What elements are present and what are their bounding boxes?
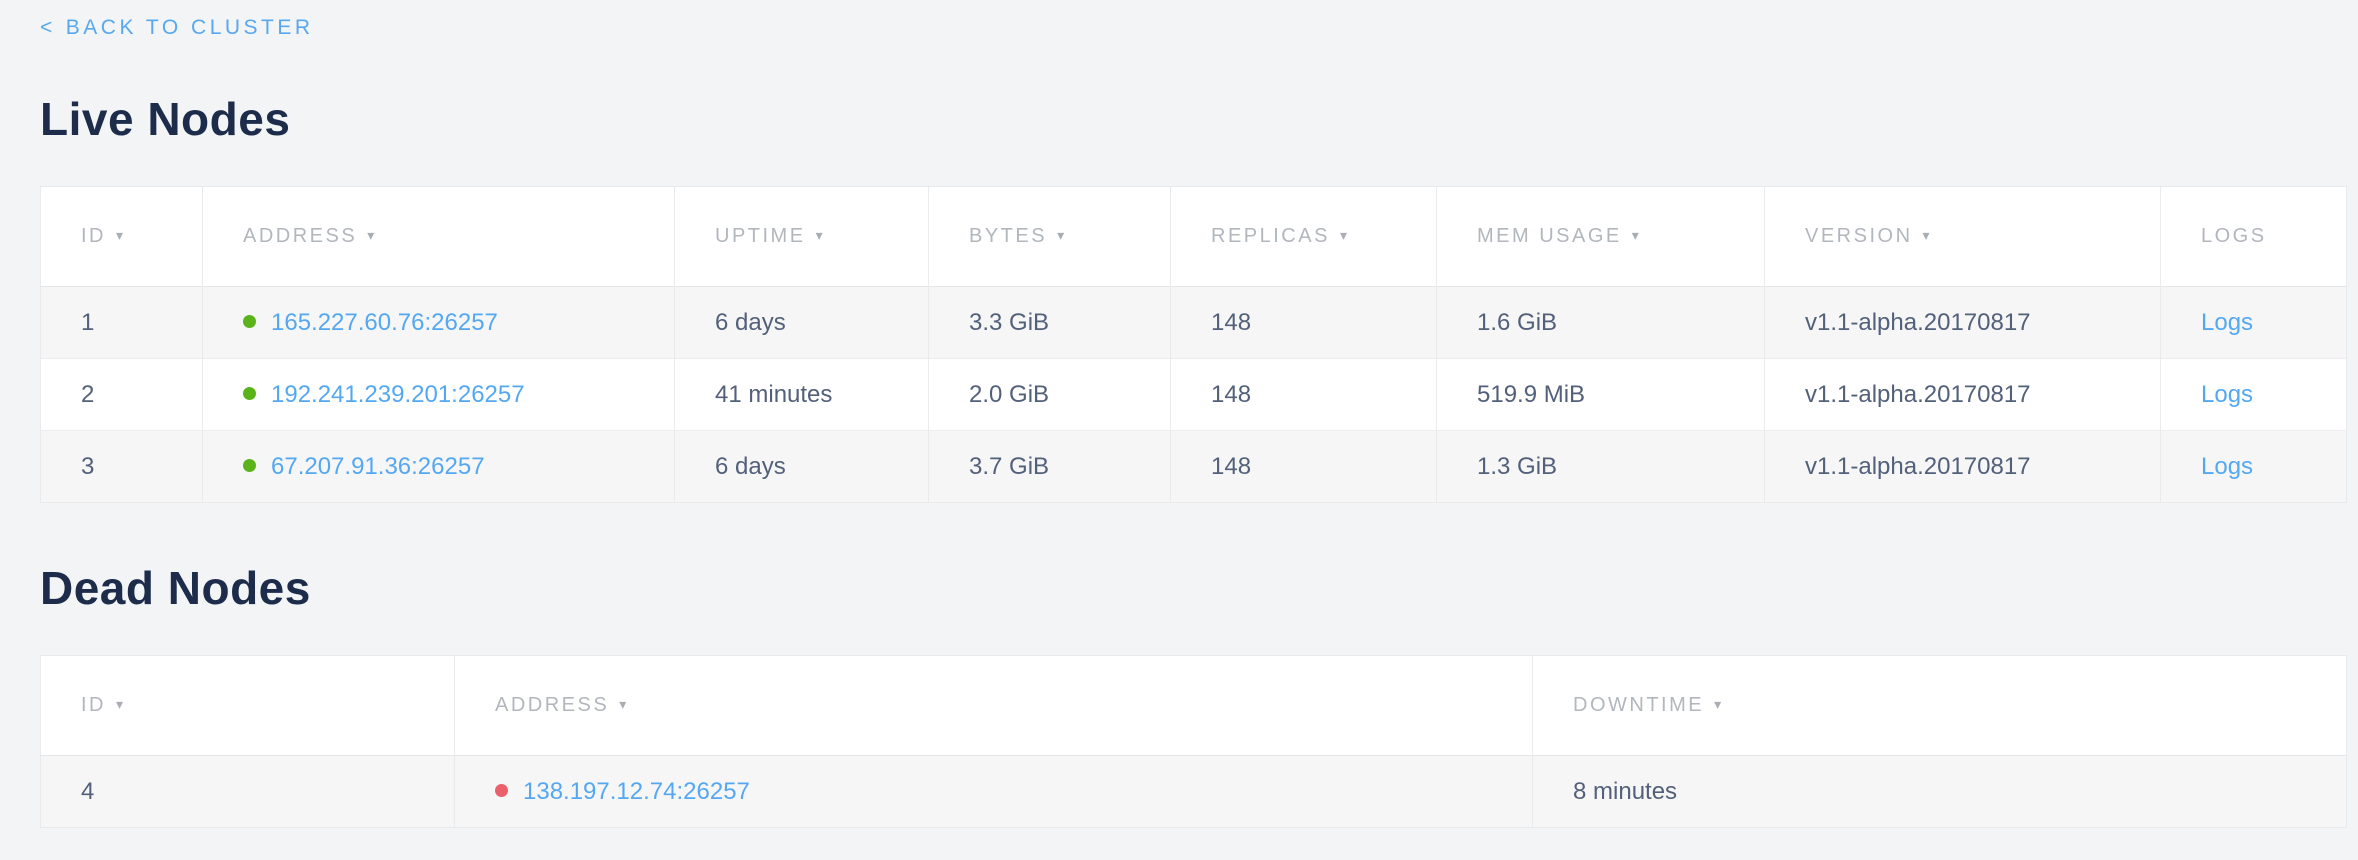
back-to-cluster-link[interactable]: < BACK TO CLUSTER — [40, 16, 314, 40]
col-header-id-label: ID — [81, 225, 106, 247]
live-nodes-table: ID ▾ ADDRESS ▾ UPTIME ▾ BYTES ▾ REPLICAS ▾ ME… — [40, 186, 2347, 503]
sort-arrow-icon: ▾ — [1714, 696, 1724, 712]
col-header-address[interactable]: ADDRESS ▾ — [455, 656, 1533, 756]
logs-cell: Logs — [2161, 287, 2347, 359]
col-header-address[interactable]: ADDRESS ▾ — [203, 187, 675, 287]
sort-arrow-icon: ▾ — [116, 696, 126, 712]
col-header-address-label: ADDRESS — [243, 225, 357, 247]
live-status-dot-icon — [243, 315, 256, 328]
col-header-id[interactable]: ID ▾ — [41, 187, 203, 287]
sort-arrow-icon: ▾ — [1340, 227, 1350, 243]
bytes-cell: 3.3 GiB — [929, 287, 1171, 359]
col-header-id-label: ID — [81, 694, 106, 716]
logs-link[interactable]: Logs — [2201, 381, 2253, 408]
uptime-cell: 6 days — [675, 287, 929, 359]
col-header-version[interactable]: VERSION ▾ — [1765, 187, 2161, 287]
address-cell: 165.227.60.76:26257 — [203, 287, 675, 359]
col-header-logs: LOGS — [2161, 187, 2347, 287]
live-status-dot-icon — [243, 387, 256, 400]
live-node-row: 1 165.227.60.76:26257 6 days 3.3 GiB 148… — [41, 287, 2347, 359]
address-link[interactable]: 192.241.239.201:26257 — [271, 381, 525, 408]
col-header-version-label: VERSION — [1805, 225, 1913, 247]
live-nodes-title: Live Nodes — [40, 92, 2346, 146]
address-link[interactable]: 138.197.12.74:26257 — [523, 778, 750, 805]
col-header-mem-usage[interactable]: MEM USAGE ▾ — [1437, 187, 1765, 287]
replicas-cell: 148 — [1171, 431, 1437, 503]
dead-node-row: 4 138.197.12.74:26257 8 minutes — [41, 756, 2347, 828]
col-header-logs-label: LOGS — [2201, 225, 2267, 247]
sort-arrow-icon: ▾ — [116, 227, 126, 243]
col-header-address-label: ADDRESS — [495, 694, 609, 716]
logs-link[interactable]: Logs — [2201, 309, 2253, 336]
back-link-label: BACK TO CLUSTER — [66, 16, 314, 39]
logs-link[interactable]: Logs — [2201, 453, 2253, 480]
col-header-mem-usage-label: MEM USAGE — [1477, 225, 1622, 247]
downtime-cell: 8 minutes — [1533, 756, 2347, 828]
sort-arrow-icon: ▾ — [1057, 227, 1067, 243]
address-cell: 138.197.12.74:26257 — [455, 756, 1533, 828]
mem-usage-cell: 519.9 MiB — [1437, 359, 1765, 431]
logs-cell: Logs — [2161, 431, 2347, 503]
col-header-id[interactable]: ID ▾ — [41, 656, 455, 756]
col-header-replicas[interactable]: REPLICAS ▾ — [1171, 187, 1437, 287]
dead-nodes-table: ID ▾ ADDRESS ▾ DOWNTIME ▾ 4 138.197.12.74:2… — [40, 655, 2347, 828]
uptime-cell: 6 days — [675, 431, 929, 503]
dead-status-dot-icon — [495, 784, 508, 797]
logs-cell: Logs — [2161, 359, 2347, 431]
address-link[interactable]: 165.227.60.76:26257 — [271, 309, 498, 336]
id-cell: 1 — [41, 287, 203, 359]
back-chevron-icon: < — [40, 16, 56, 39]
version-cell: v1.1-alpha.20170817 — [1765, 287, 2161, 359]
dead-nodes-header-row: ID ▾ ADDRESS ▾ DOWNTIME ▾ — [41, 656, 2347, 756]
col-header-uptime[interactable]: UPTIME ▾ — [675, 187, 929, 287]
sort-arrow-icon: ▾ — [1632, 227, 1642, 243]
col-header-bytes-label: BYTES — [969, 225, 1047, 247]
sort-arrow-icon: ▾ — [1923, 227, 1933, 243]
id-cell: 4 — [41, 756, 455, 828]
sort-arrow-icon: ▾ — [367, 227, 377, 243]
uptime-cell: 41 minutes — [675, 359, 929, 431]
mem-usage-cell: 1.6 GiB — [1437, 287, 1765, 359]
version-cell: v1.1-alpha.20170817 — [1765, 431, 2161, 503]
sort-arrow-icon: ▾ — [619, 696, 629, 712]
id-cell: 2 — [41, 359, 203, 431]
dead-nodes-title: Dead Nodes — [40, 561, 2346, 615]
nodes-page: < BACK TO CLUSTER Live Nodes ID ▾ ADDRESS ▾… — [0, 0, 2358, 828]
live-status-dot-icon — [243, 459, 256, 472]
col-header-replicas-label: REPLICAS — [1211, 225, 1330, 247]
col-header-downtime[interactable]: DOWNTIME ▾ — [1533, 656, 2347, 756]
live-node-row: 2 192.241.239.201:26257 41 minutes 2.0 G… — [41, 359, 2347, 431]
bytes-cell: 3.7 GiB — [929, 431, 1171, 503]
address-cell: 67.207.91.36:26257 — [203, 431, 675, 503]
mem-usage-cell: 1.3 GiB — [1437, 431, 1765, 503]
col-header-bytes[interactable]: BYTES ▾ — [929, 187, 1171, 287]
live-node-row: 3 67.207.91.36:26257 6 days 3.7 GiB 148 … — [41, 431, 2347, 503]
version-cell: v1.1-alpha.20170817 — [1765, 359, 2161, 431]
col-header-downtime-label: DOWNTIME — [1573, 694, 1704, 716]
sort-arrow-icon: ▾ — [816, 227, 826, 243]
address-link[interactable]: 67.207.91.36:26257 — [271, 453, 485, 480]
address-cell: 192.241.239.201:26257 — [203, 359, 675, 431]
id-cell: 3 — [41, 431, 203, 503]
replicas-cell: 148 — [1171, 359, 1437, 431]
live-nodes-header-row: ID ▾ ADDRESS ▾ UPTIME ▾ BYTES ▾ REPLICAS ▾ ME… — [41, 187, 2347, 287]
replicas-cell: 148 — [1171, 287, 1437, 359]
col-header-uptime-label: UPTIME — [715, 225, 806, 247]
bytes-cell: 2.0 GiB — [929, 359, 1171, 431]
